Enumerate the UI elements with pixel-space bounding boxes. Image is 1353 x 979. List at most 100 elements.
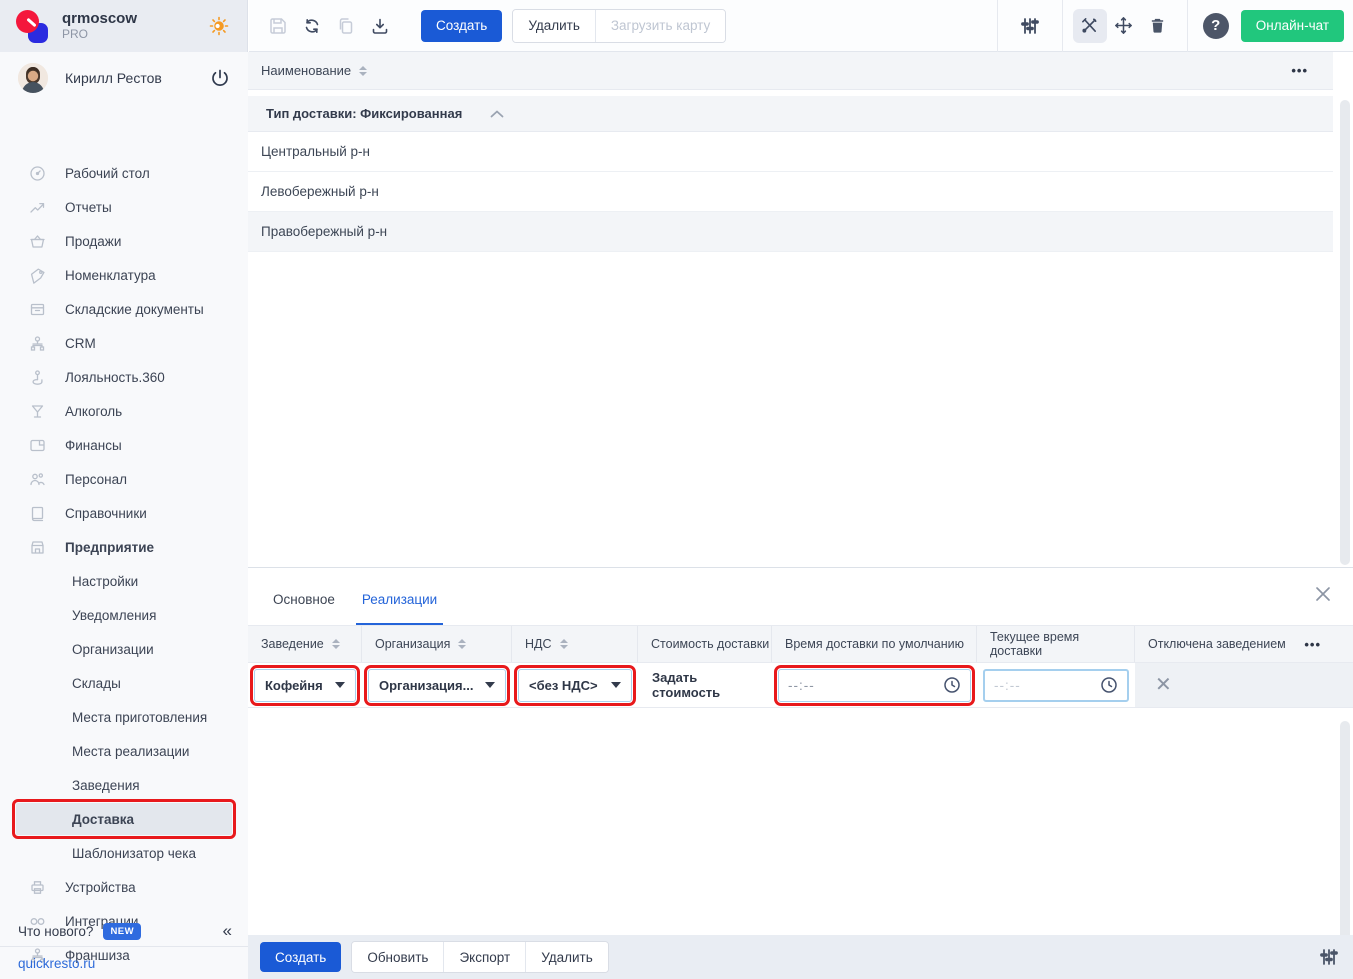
table-row[interactable]: Левобережный р-н xyxy=(248,172,1333,212)
set-cost-button[interactable]: Задать стоимость xyxy=(644,670,766,700)
sidebar-item-loyalty[interactable]: Лояльность.360 xyxy=(0,360,248,394)
col-default-time-label: Время доставки по умолчанию xyxy=(785,637,964,651)
sidebar-item-settings[interactable]: Настройки xyxy=(0,564,248,598)
row-label: Центральный р-н xyxy=(261,144,370,159)
chevron-down-icon xyxy=(335,682,345,688)
sidebar-item-warehouse-docs[interactable]: Складские документы xyxy=(0,292,248,326)
sidebar-item-sale-places[interactable]: Места реализации xyxy=(0,734,248,768)
footer-column-settings-icon[interactable] xyxy=(1319,947,1339,967)
user-name: Кирилл Рестов xyxy=(65,70,210,86)
sidebar-item-label: Алкоголь xyxy=(65,404,122,419)
quickresto-link[interactable]: quickresto.ru xyxy=(0,946,248,979)
footer-create-button[interactable]: Создать xyxy=(260,942,341,972)
sidebar-item-label: Доставка xyxy=(72,812,134,827)
delete-button[interactable]: Удалить xyxy=(513,10,595,42)
whats-new-link[interactable]: Что нового? NEW « xyxy=(0,916,248,946)
sidebar-item-label: Предприятие xyxy=(65,540,154,555)
detail-tabs: Основное Реализации xyxy=(248,568,1353,625)
clock-icon xyxy=(1100,676,1118,694)
sidebar-item-nomenclature[interactable]: Номенклатура xyxy=(0,258,248,292)
plan-badge: PRO xyxy=(62,28,137,42)
sidebar-item-warehouses[interactable]: Склады xyxy=(0,666,248,700)
app-logo xyxy=(14,8,50,44)
group-row-delivery-type[interactable]: Тип доставки: Фиксированная xyxy=(248,96,1333,132)
sidebar-item-alcohol[interactable]: Алкоголь xyxy=(0,394,248,428)
vat-value: <без НДС> xyxy=(529,678,598,693)
col-delivery-cost-label: Стоимость доставки xyxy=(651,637,769,651)
vat-select[interactable]: <без НДС> xyxy=(518,669,632,702)
sidebar-item-label: Справочники xyxy=(65,506,147,521)
help-icon[interactable]: ? xyxy=(1203,13,1229,39)
organization-select[interactable]: Организация... xyxy=(368,669,506,702)
sidebar-item-label: Заведения xyxy=(72,778,140,793)
user-avatar xyxy=(18,63,48,93)
tools-mode-button[interactable] xyxy=(1073,9,1107,43)
table-row[interactable]: Правобережный р-н xyxy=(248,212,1333,252)
top-toolbar: Создать Удалить Загрузить карту xyxy=(249,0,1353,52)
load-map-button[interactable]: Загрузить карту xyxy=(595,10,725,42)
chevron-up-icon[interactable] xyxy=(490,110,504,118)
current-delivery-time-input[interactable]: --:-- xyxy=(983,669,1129,702)
venue-select[interactable]: Кофейня xyxy=(254,669,356,702)
sidebar-item-notifications[interactable]: Уведомления xyxy=(0,598,248,632)
sidebar-item-devices[interactable]: Устройства xyxy=(0,870,248,904)
sidebar-item-label: Устройства xyxy=(65,880,136,895)
sidebar-item-label: Складские документы xyxy=(65,302,204,317)
create-button[interactable]: Создать xyxy=(421,10,502,42)
collapse-sidebar-icon[interactable]: « xyxy=(223,921,232,941)
footer-refresh-button[interactable]: Обновить xyxy=(352,942,443,972)
remove-row-icon[interactable]: ✕ xyxy=(1155,675,1172,695)
sidebar-item-delivery[interactable]: Доставка xyxy=(16,803,232,835)
sort-icon[interactable] xyxy=(359,66,367,76)
close-panel-icon[interactable] xyxy=(1313,584,1333,604)
tab-main[interactable]: Основное xyxy=(273,592,335,625)
sidebar-item-label: Персонал xyxy=(65,472,127,487)
sidebar-item-label: CRM xyxy=(65,336,96,351)
detail-table-row: Кофейня Организация... <без НДС> xyxy=(248,663,1353,708)
detail-table-menu-icon[interactable]: ••• xyxy=(1304,637,1321,652)
sidebar-item-staff[interactable]: Персонал xyxy=(0,462,248,496)
sort-icon[interactable] xyxy=(332,639,340,649)
sidebar-item-label: Продажи xyxy=(65,234,121,249)
sidebar-item-cooking-places[interactable]: Места приготовления xyxy=(0,700,248,734)
sort-icon[interactable] xyxy=(560,639,568,649)
online-chat-button[interactable]: Онлайн-чат xyxy=(1241,10,1344,42)
sidebar-item-dashboard[interactable]: Рабочий стол xyxy=(0,156,248,190)
default-delivery-time-input[interactable]: --:-- xyxy=(778,669,971,702)
sidebar-item-finance[interactable]: Финансы xyxy=(0,428,248,462)
sidebar-item-organizations[interactable]: Организации xyxy=(0,632,248,666)
sort-icon[interactable] xyxy=(458,639,466,649)
sidebar-item-venues[interactable]: Заведения xyxy=(0,768,248,802)
sidebar-item-reports[interactable]: Отчеты xyxy=(0,190,248,224)
save-button[interactable] xyxy=(261,9,295,43)
move-mode-button[interactable] xyxy=(1107,9,1141,43)
copy-button[interactable] xyxy=(329,9,363,43)
trash-icon[interactable] xyxy=(1141,9,1175,43)
sidebar-item-enterprise[interactable]: Предприятие xyxy=(0,530,248,564)
sidebar-item-directories[interactable]: Справочники xyxy=(0,496,248,530)
tag-icon xyxy=(29,267,46,284)
tab-realizations[interactable]: Реализации xyxy=(362,592,437,625)
footer-delete-button[interactable]: Удалить xyxy=(525,942,608,972)
column-settings-icon[interactable] xyxy=(1013,9,1047,43)
logout-icon[interactable] xyxy=(210,68,230,88)
detail-panel: Основное Реализации Заведение Организаци… xyxy=(248,567,1353,935)
reports-icon xyxy=(29,199,46,216)
main-scrollbar[interactable] xyxy=(1340,100,1350,565)
sidebar-item-crm[interactable]: CRM xyxy=(0,326,248,360)
download-button[interactable] xyxy=(363,9,397,43)
table-menu-icon[interactable]: ••• xyxy=(1291,63,1308,78)
refresh-button[interactable] xyxy=(295,9,329,43)
clock-icon xyxy=(943,676,961,694)
sidebar-item-receipt-templater[interactable]: Шаблонизатор чека xyxy=(0,836,248,870)
table-row[interactable]: Центральный р-н xyxy=(248,132,1333,172)
footer-export-button[interactable]: Экспорт xyxy=(443,942,525,972)
book-icon xyxy=(29,505,46,522)
theme-toggle-icon[interactable] xyxy=(209,16,229,36)
sidebar-item-label: Места реализации xyxy=(72,744,189,759)
new-badge: NEW xyxy=(103,923,141,940)
group-row-label: Тип доставки: Фиксированная xyxy=(266,106,462,121)
wine-glass-icon xyxy=(29,403,46,420)
col-vat-label: НДС xyxy=(525,637,552,651)
sidebar-item-sales[interactable]: Продажи xyxy=(0,224,248,258)
